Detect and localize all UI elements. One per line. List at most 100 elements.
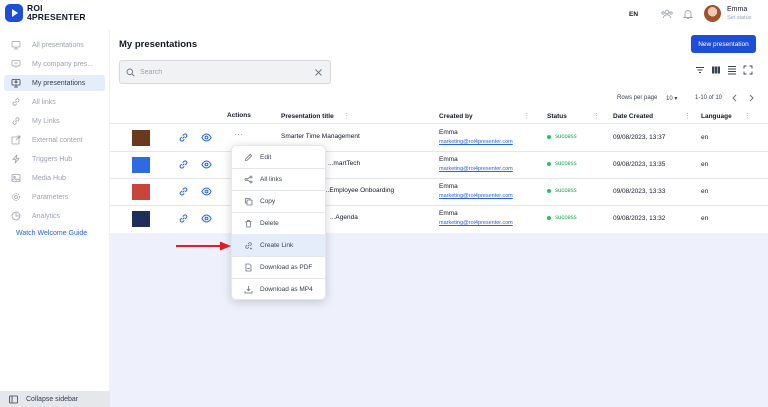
sidebar-item-triggers-hub[interactable]: Triggers Hub xyxy=(4,151,105,167)
menu-item-download-mp4[interactable]: Download as MP4 xyxy=(232,278,325,300)
content-background xyxy=(110,233,768,407)
eye-icon[interactable] xyxy=(201,186,212,197)
bell-icon[interactable] xyxy=(682,8,694,20)
menu-item-download-pdf[interactable]: Download as PDF xyxy=(232,256,325,278)
copy-icon xyxy=(245,197,253,205)
eye-icon[interactable] xyxy=(201,132,212,143)
column-header-actions[interactable]: Actions xyxy=(227,112,251,119)
fullscreen-icon[interactable] xyxy=(743,65,753,75)
sidebar: All presentations My company pres... My … xyxy=(0,30,110,407)
previous-page-icon[interactable] xyxy=(730,93,740,103)
sidebar-item-label: All links xyxy=(32,98,56,106)
presentation-thumbnail[interactable] xyxy=(132,184,150,200)
sidebar-item-label: Parameters xyxy=(32,193,69,201)
sidebar-item-media-hub[interactable]: Media Hub xyxy=(4,170,105,186)
creator-name: Emma xyxy=(439,156,458,163)
table-row[interactable]: ...Agenda Emma marketing@roi4presenter.c… xyxy=(110,205,768,232)
date-created: 09/08/2023, 13:32 xyxy=(613,215,666,222)
table-row[interactable]: ...Employee Onboarding Emma marketing@ro… xyxy=(110,178,768,205)
more-actions-button[interactable]: ··· xyxy=(234,130,244,139)
creator-email[interactable]: marketing@roi4presenter.com xyxy=(439,139,513,145)
sidebar-item-label: Media Hub xyxy=(32,174,66,182)
column-menu-icon[interactable]: ⋮ xyxy=(684,112,691,120)
menu-item-create-link[interactable]: Create Link xyxy=(232,234,325,256)
next-page-icon[interactable] xyxy=(746,93,756,103)
status-badge: success xyxy=(547,215,577,221)
sidebar-item-parameters[interactable]: Parameters xyxy=(4,189,105,205)
date-created: 09/08/2023, 13:35 xyxy=(613,161,666,168)
column-menu-icon[interactable]: ⋮ xyxy=(343,112,350,120)
column-header-title[interactable]: Presentation title ⋮ xyxy=(281,112,350,121)
column-header-date-created[interactable]: Date Created ⋮ xyxy=(613,112,691,121)
sidebar-item-analytics[interactable]: Analytics xyxy=(4,208,105,224)
chart-icon xyxy=(11,211,21,221)
menu-item-all-links[interactable]: All links xyxy=(232,168,325,190)
presentation-thumbnail[interactable] xyxy=(132,211,150,227)
sidebar-item-label: My presentations xyxy=(32,79,86,87)
logo-line-2: 4PRESENTER xyxy=(27,12,86,22)
collapse-sidebar-button[interactable]: Collapse sidebar xyxy=(0,391,110,407)
column-header-created-by[interactable]: Created by ⋮ xyxy=(439,112,530,121)
menu-item-copy[interactable]: Copy xyxy=(232,190,325,212)
menu-item-edit[interactable]: Edit xyxy=(232,146,325,168)
presentation-thumbnail[interactable] xyxy=(132,157,150,173)
watch-welcome-guide-link[interactable]: Watch Welcome Guide xyxy=(16,230,87,237)
new-presentation-button[interactable]: New presentation xyxy=(691,35,756,53)
sidebar-item-label: My company pres... xyxy=(32,60,94,68)
sidebar-item-my-links[interactable]: My Links xyxy=(4,113,105,129)
table-row[interactable]: ...martTech Emma marketing@roi4presenter… xyxy=(110,151,768,178)
external-icon xyxy=(11,135,21,145)
column-header-language[interactable]: Language ⋮ xyxy=(701,112,751,121)
grid-view-icon[interactable] xyxy=(711,65,721,75)
date-created: 09/08/2023, 13:37 xyxy=(613,134,666,141)
eye-icon[interactable] xyxy=(201,159,212,170)
column-menu-icon[interactable]: ⋮ xyxy=(744,112,751,120)
table-row[interactable]: ··· Smarter Time Management Emma marketi… xyxy=(110,124,768,151)
link-icon[interactable] xyxy=(178,159,189,170)
search-bar[interactable] xyxy=(119,60,331,84)
gear-icon xyxy=(12,193,20,201)
add-link-icon xyxy=(245,241,252,249)
team-icon[interactable] xyxy=(661,8,673,20)
list-view-icon[interactable] xyxy=(727,65,737,75)
filter-icon[interactable] xyxy=(695,65,705,75)
sidebar-item-my-presentations[interactable]: My presentations xyxy=(4,75,105,91)
pagination-range: 1-10 of 10 xyxy=(695,95,723,101)
presentation-title[interactable]: ...Agenda xyxy=(330,214,358,221)
rows-per-page-value: 10 xyxy=(666,96,673,102)
presentation-title[interactable]: Smarter Time Management xyxy=(281,133,360,140)
status-badge: success xyxy=(547,188,577,194)
language-selector[interactable]: EN xyxy=(629,11,638,18)
user-avatar[interactable] xyxy=(704,5,721,22)
sidebar-item-all-links[interactable]: All links xyxy=(4,94,105,110)
column-menu-icon[interactable]: ⋮ xyxy=(593,112,600,120)
rows-per-page-select[interactable]: 10 ▾ xyxy=(666,95,677,102)
user-status[interactable]: Set status xyxy=(727,15,751,21)
image-icon xyxy=(11,174,21,182)
user-link-icon xyxy=(12,117,20,125)
sidebar-item-all-presentations[interactable]: All presentations xyxy=(4,37,105,53)
annotation-arrow-icon xyxy=(176,241,231,251)
creator-name: Emma xyxy=(439,129,458,136)
link-icon[interactable] xyxy=(178,132,189,143)
sidebar-item-label: All presentations xyxy=(32,41,84,49)
column-menu-icon[interactable]: ⋮ xyxy=(523,112,530,120)
presentation-title[interactable]: ...Employee Onboarding xyxy=(324,187,394,194)
creator-email[interactable]: marketing@roi4presenter.com xyxy=(439,220,513,226)
sidebar-item-my-company-presentations[interactable]: My company pres... xyxy=(4,56,105,72)
user-name[interactable]: Emma xyxy=(727,6,747,13)
menu-item-delete[interactable]: Delete xyxy=(232,212,325,234)
link-icon[interactable] xyxy=(178,213,189,224)
sidebar-item-external-content[interactable]: External content xyxy=(4,132,105,148)
column-header-status[interactable]: Status ⋮ xyxy=(547,112,600,121)
link-icon[interactable] xyxy=(178,186,189,197)
creator-email[interactable]: marketing@roi4presenter.com xyxy=(439,166,513,172)
eye-icon[interactable] xyxy=(201,213,212,224)
search-input[interactable] xyxy=(140,68,310,76)
clear-search-icon[interactable] xyxy=(314,68,323,77)
presentation-title[interactable]: ...martTech xyxy=(328,160,360,167)
app-logo[interactable]: ROI 4PRESENTER xyxy=(5,4,86,22)
creator-email[interactable]: marketing@roi4presenter.com xyxy=(439,193,513,199)
presentation-thumbnail[interactable] xyxy=(132,130,150,146)
screen-icon xyxy=(11,41,21,50)
